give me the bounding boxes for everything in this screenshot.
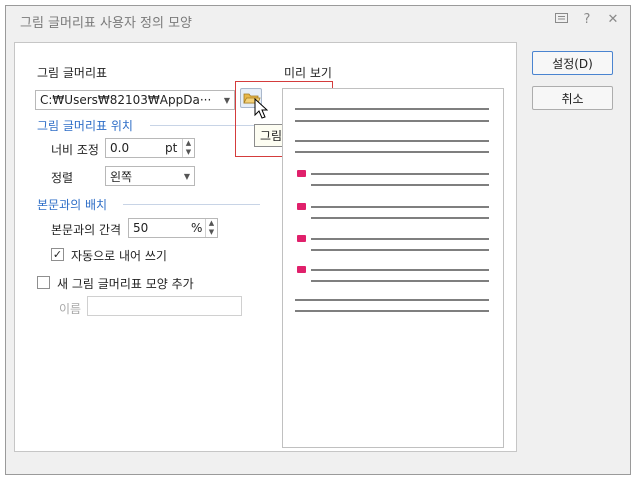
width-label: 너비 조정 (51, 143, 99, 157)
gap-value: 50 (133, 221, 149, 235)
align-label: 정렬 (51, 171, 74, 185)
layout-section-label: 본문과의 배치 (37, 198, 108, 212)
preview-line (311, 238, 489, 240)
name-input[interactable] (87, 296, 242, 316)
gap-unit: % (191, 221, 203, 235)
align-value: 왼쪽 (110, 169, 133, 184)
position-section-label: 그림 글머리표 위치 (37, 119, 133, 133)
preview-bullet (297, 203, 306, 210)
preview-line (295, 140, 489, 142)
preview-line (311, 173, 489, 175)
preview-line (311, 217, 489, 219)
width-value: 0.0 (110, 141, 130, 155)
preview-line (311, 269, 489, 271)
preview-line (311, 280, 489, 282)
preview-bullet (297, 170, 306, 177)
gap-stepper-buttons[interactable]: ▲ ▼ (205, 219, 217, 237)
ok-button[interactable]: 설정(D) (532, 51, 613, 75)
align-select[interactable]: 왼쪽 ▼ (105, 166, 195, 186)
preview-bullet (297, 266, 306, 273)
preview-line (311, 184, 489, 186)
cancel-button[interactable]: 취소 (532, 86, 613, 110)
position-section-divider (150, 125, 260, 126)
preview-line (311, 249, 489, 251)
new-shape-checkbox[interactable] (37, 276, 50, 289)
picture-path-combo[interactable]: C:₩Users₩82103₩AppDa··· ▼ (35, 90, 235, 110)
gap-label: 본문과의 간격 (51, 223, 122, 237)
new-shape-label: 새 그림 글머리표 모양 추가 (57, 277, 194, 291)
preview-bullet (297, 235, 306, 242)
mouse-cursor-icon (254, 98, 268, 119)
name-label: 이름 (59, 302, 82, 316)
width-unit: pt (165, 141, 178, 155)
preview-label: 미리 보기 (284, 66, 332, 80)
close-icon[interactable]: ✕ (606, 11, 620, 27)
gap-stepper[interactable]: 50 % ▲ ▼ (128, 218, 218, 238)
picture-bullet-label: 그림 글머리표 (37, 66, 108, 80)
auto-indent-label: 자동으로 내어 쓰기 (71, 249, 167, 263)
width-stepper[interactable]: 0.0 pt ▲ ▼ (105, 138, 195, 158)
title-bar-controls: ? ✕ (554, 11, 620, 27)
title-bar: 그림 글머리표 사용자 정의 모양 ? ✕ (6, 6, 630, 34)
preview-line (295, 120, 489, 122)
preview-line (295, 108, 489, 110)
preview-line (295, 151, 489, 153)
window-title: 그림 글머리표 사용자 정의 모양 (20, 16, 193, 31)
picture-path-value: C:₩Users₩82103₩AppDa··· (40, 93, 212, 107)
chevron-down-icon: ▼ (223, 96, 230, 105)
auto-indent-checkbox[interactable]: ✓ (51, 248, 64, 261)
chevron-down-icon: ▼ (183, 172, 190, 181)
layout-section-divider (123, 204, 260, 205)
preview-box (282, 88, 504, 448)
preview-line (295, 310, 489, 312)
preview-line (311, 206, 489, 208)
question-icon[interactable]: ? (580, 11, 594, 27)
width-stepper-buttons[interactable]: ▲ ▼ (182, 139, 194, 157)
help-icon[interactable] (554, 11, 568, 27)
preview-line (295, 299, 489, 301)
